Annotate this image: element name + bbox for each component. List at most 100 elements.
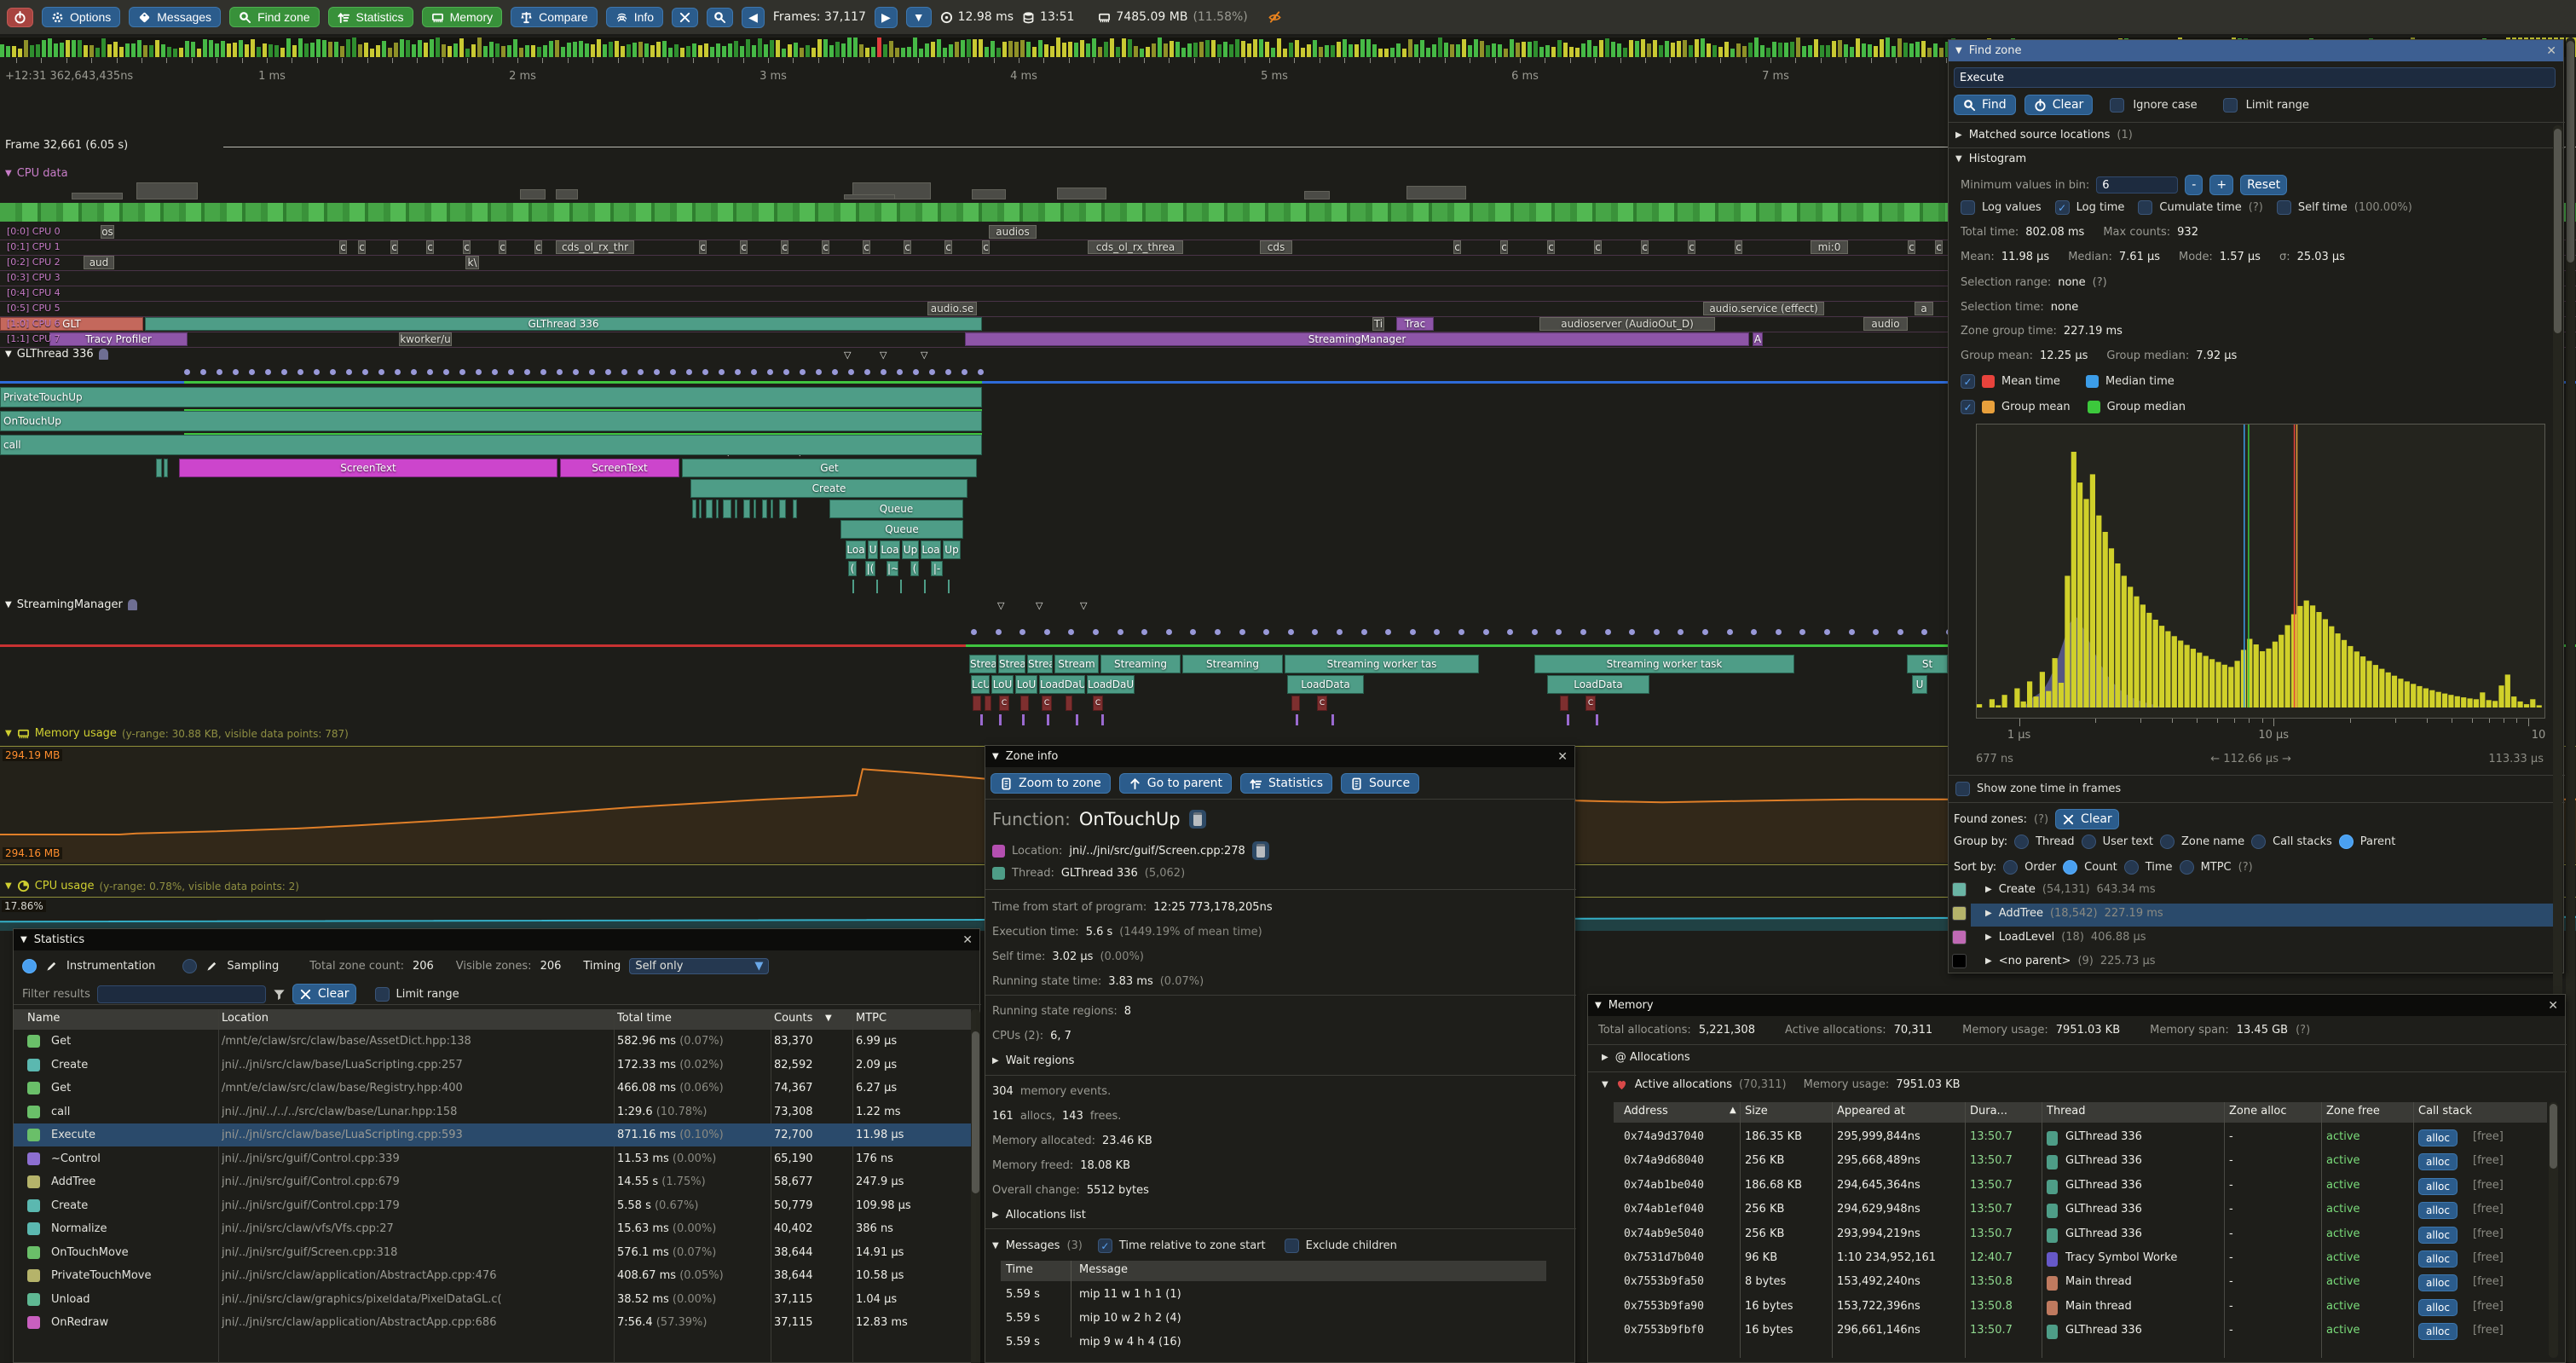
zone-([interactable]: ( [910,561,919,576]
ignore-case-checkbox[interactable] [2110,98,2124,113]
zone-c[interactable]: c [1688,240,1695,254]
self-time-checkbox[interactable] [2277,200,2291,215]
column-header-address[interactable]: Address [1624,1105,1668,1118]
zone-unnamed[interactable] [973,696,981,711]
zone-unnamed[interactable] [793,500,797,518]
zone-cds[interactable]: cds [1260,240,1292,254]
copy-button[interactable] [1189,810,1206,829]
message-marker[interactable]: ▽ [921,349,927,361]
memory-table-row[interactable]: 0x74ab9e5040256 KB293,994,219ns13:50.7GL… [1614,1225,2547,1247]
zone-audioserver (AudioOut_D)[interactable]: audioserver (AudioOut_D) [1539,317,1715,331]
column-header-counts[interactable]: Counts [774,1012,812,1025]
close-icon[interactable]: ✕ [962,933,973,947]
zone-C[interactable]: C [1317,696,1327,711]
zone-unnamed[interactable] [1291,696,1300,711]
alloc-button[interactable]: alloc [2418,1274,2458,1291]
zone-c[interactable]: c [1547,240,1555,254]
zone-a[interactable]: a [1915,302,1933,315]
alloc-button[interactable]: alloc [2418,1153,2458,1170]
zone-Loa[interactable]: Loa [880,540,900,559]
zone-GLThread 336[interactable]: GLThread 336 [145,317,982,331]
zone-aud[interactable]: aud [84,256,114,269]
zone-|([interactable]: |( [865,561,875,576]
zone-unnamed[interactable] [1020,696,1029,711]
zone-Streaming worker task[interactable]: Streaming worker task [1534,655,1794,673]
memory-table-header[interactable]: AddressSizeAppeared atDura...ThreadZone … [1614,1102,2547,1123]
cpu-usage-header[interactable]: ▼CPU usage(y-range: 0.78%, visible data … [5,880,299,892]
found-zone-group[interactable]: ▶Create(54,131)643.34 ms [1952,882,2156,897]
alloc-button[interactable]: alloc [2418,1299,2458,1316]
zone-LoU[interactable]: LoU [991,675,1014,694]
column-header-zone-free[interactable]: Zone free [2326,1105,2380,1118]
zone-c[interactable]: c [390,240,398,254]
zone-Queue[interactable]: Queue [840,520,963,539]
zone-LcU[interactable]: LcU [971,675,990,694]
reset-button[interactable]: Reset [2240,175,2287,195]
histogram-plot[interactable] [1976,424,2545,719]
zone-Up[interactable]: Up [943,540,961,559]
zone-LoadDaU[interactable]: LoadDaU [1039,675,1085,694]
zone-Streaming worker tas[interactable]: Streaming worker tas [1285,655,1479,673]
eye-off-status[interactable] [1268,11,1281,24]
min-bin-input[interactable] [2096,176,2178,193]
zone-unnamed[interactable] [743,500,750,518]
allocations-list-toggle[interactable]: ▶Allocations list [992,1209,1086,1222]
table-row[interactable]: OnRedrawjni/../jni/src/claw/application/… [14,1313,971,1335]
table-row[interactable]: AddTreejni/../jni/src/guif/Control.cpp:6… [14,1172,971,1194]
exclude-children-checkbox[interactable] [1285,1239,1299,1253]
sort-radio-order[interactable] [2003,860,2018,875]
frames-prev-button[interactable]: ◀ [742,7,765,28]
zone-Streaming[interactable]: Streaming [1182,655,1283,673]
zone-St[interactable]: St [1907,655,1948,673]
frames-dropdown-button[interactable]: ▼ [906,7,932,27]
main-scrollbar-thumb[interactable] [2567,41,2574,263]
group-radio-call-stacks[interactable] [2251,835,2266,849]
memory-scrollbar-thumb[interactable] [2550,1104,2557,1169]
zone-unnamed[interactable] [735,500,737,518]
message-row[interactable]: 5.59 smip 10 w 2 h 2 (4) [1001,1310,1546,1331]
limit-range-checkbox[interactable] [2223,98,2238,113]
find-zone-header[interactable]: ▼Find zone✕ [1949,40,2563,61]
zone-Strea[interactable]: Strea [998,655,1025,673]
zone-audio[interactable]: audio [1863,317,1908,331]
column-header-mtpc[interactable]: MTPC [856,1012,887,1025]
zone-cds_ol_rx_thr[interactable]: cds_ol_rx_thr [556,240,634,254]
memory-table-row[interactable]: 0x7553b9fa508 bytes153,492,240ns13:50.8M… [1614,1273,2547,1295]
zone-LoadData[interactable]: LoadData [1547,675,1649,694]
alloc-button[interactable]: alloc [2418,1250,2458,1268]
memory-table-row[interactable]: 0x74a9d68040256 KB295,668,489ns13:50.7GL… [1614,1152,2547,1174]
zone-C[interactable]: C [1585,696,1596,711]
log-time-checkbox[interactable]: ✓ [2055,200,2070,215]
zone-Loa[interactable]: Loa [846,540,866,559]
zone-audios[interactable]: audios [989,225,1037,239]
close-icon[interactable]: ✕ [2546,44,2556,58]
zone-unnamed[interactable] [692,500,696,518]
memory-usage-header[interactable]: ▼Memory usage(y-range: 30.88 KB, visible… [5,727,349,740]
zone-c[interactable]: c [1453,240,1461,254]
zone-Tracy Profiler[interactable]: Tracy Profiler [49,332,188,346]
zone-|-[interactable]: |- [931,561,943,576]
copy-button[interactable] [1252,841,1269,860]
show-zone-time-checkbox[interactable] [1955,782,1970,796]
zone-os[interactable]: os [101,225,114,239]
zone-c[interactable]: c [1735,240,1742,254]
info-button[interactable]: Info [606,7,663,27]
zone-Get[interactable]: Get [682,459,977,477]
tools-button[interactable] [672,8,698,27]
zone-Ti[interactable]: Ti [1372,317,1384,331]
time-relative-checkbox[interactable]: ✓ [1098,1239,1112,1253]
main-vertical-scrollbar[interactable] [2566,38,2575,1363]
zone-mi:0[interactable]: mi:0 [1811,240,1848,254]
zone-OnTouchUp[interactable]: OnTouchUp [0,411,982,431]
table-row[interactable]: calljni/../jni/../../../src/claw/base/Lu… [14,1102,971,1124]
group-radio-parent[interactable] [2339,835,2354,849]
options-button[interactable]: Options [42,7,120,27]
column-header-name[interactable]: Name [27,1012,60,1025]
minus-button[interactable]: - [2185,175,2203,195]
button-statistics[interactable]: Statistics [1240,773,1332,794]
zone-unnamed[interactable] [779,500,786,518]
memory-scrollbar[interactable] [2549,1102,2558,1358]
message-marker[interactable]: ▽ [880,349,887,361]
allocations-toggle[interactable]: ▶@ Allocations [1602,1051,1690,1064]
zone-c[interactable]: c [426,240,434,254]
